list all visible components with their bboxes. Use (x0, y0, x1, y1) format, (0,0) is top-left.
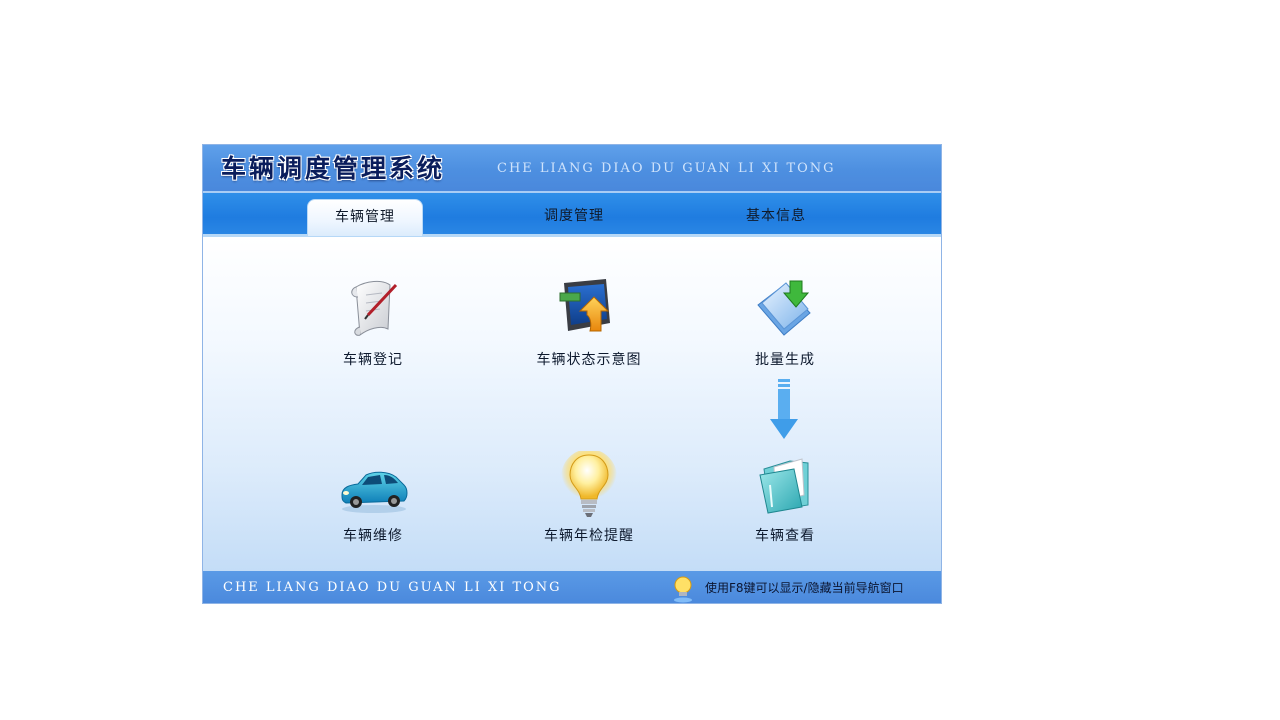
folder-icon (759, 458, 809, 514)
footer-bar: CHE LIANG DIAO DU GUAN LI XI TONG 使用F8键可… (203, 571, 941, 603)
scroll-pen-icon (351, 280, 398, 336)
car-icon (341, 471, 408, 513)
nav-vehicle-repair[interactable]: 车辆维修 (303, 451, 443, 545)
nav-label: 车辆状态示意图 (536, 352, 642, 368)
monitor-arrow-icon (559, 279, 610, 332)
lightbulb-icon (561, 451, 617, 517)
nav-label: 车辆维修 (343, 528, 403, 544)
nav-vehicle-status-diagram[interactable]: 车辆状态示意图 (519, 275, 659, 369)
nav-label: 车辆查看 (755, 528, 815, 544)
navigation-panel: 车辆登记 车辆状态示意图 批量生成 车辆维修 车辆年检提醒 车辆查看 (203, 237, 941, 571)
header-banner: 车辆调度管理系统 CHE LIANG DIAO DU GUAN LI XI TO… (203, 145, 941, 193)
tab-basic-info[interactable]: 基本信息 (719, 199, 833, 237)
down-arrow-icon (770, 379, 798, 439)
tab-bar: 车辆管理 调度管理 基本信息 (203, 193, 941, 237)
nav-label: 批量生成 (755, 352, 815, 368)
app-title: 车辆调度管理系统 (221, 154, 446, 183)
nav-vehicle-view[interactable]: 车辆查看 (715, 451, 855, 545)
nav-vehicle-registration[interactable]: 车辆登记 (303, 275, 443, 369)
documents-download-icon (757, 280, 811, 336)
app-window: 车辆调度管理系统 CHE LIANG DIAO DU GUAN LI XI TO… (202, 144, 942, 604)
app-subtitle-pinyin: CHE LIANG DIAO DU GUAN LI XI TONG (497, 161, 836, 176)
footer-pinyin: CHE LIANG DIAO DU GUAN LI XI TONG (223, 580, 562, 595)
nav-label: 车辆年检提醒 (544, 528, 634, 544)
nav-annual-inspection-reminder[interactable]: 车辆年检提醒 (519, 451, 659, 545)
nav-label: 车辆登记 (343, 352, 403, 368)
tab-dispatch-management[interactable]: 调度管理 (517, 199, 631, 237)
lightbulb-icon (674, 576, 692, 603)
footer-hint-text: 使用F8键可以显示/隐藏当前导航窗口 (705, 581, 904, 595)
tab-vehicle-management[interactable]: 车辆管理 (307, 199, 423, 236)
nav-batch-generate[interactable]: 批量生成 (715, 275, 855, 369)
